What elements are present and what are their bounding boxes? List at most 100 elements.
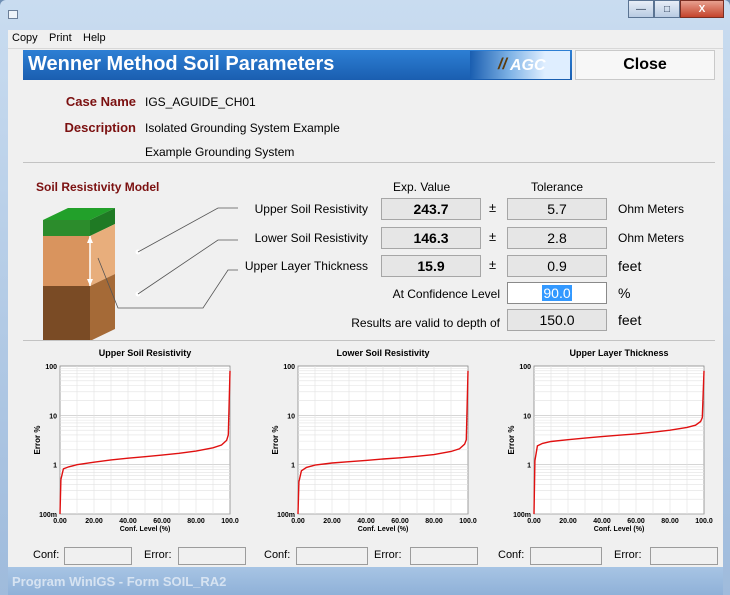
x-tick-label: 60.00 (391, 518, 409, 525)
upper-thickness-unit: feet (618, 258, 642, 274)
upper-thickness-value: 15.9 (381, 255, 481, 277)
x-tick-label: 40.00 (357, 518, 375, 525)
tolerance-header: Tolerance (531, 180, 584, 194)
plus-minus-3: ± (489, 257, 497, 272)
close-button[interactable]: Close (575, 50, 715, 80)
conf-field-2 (296, 547, 368, 565)
plus-minus-1: ± (489, 200, 497, 215)
agc-logo-mark: // (498, 56, 507, 73)
lower-soil-chart: Lower Soil Resistivity 100 10 1 100m 0.00 20.… (268, 348, 498, 538)
error-field-1 (178, 547, 246, 565)
x-tick-label: 100.0 (221, 518, 239, 525)
upper-soil-chart: Upper Soil Resistivity 100 10 1 100m 0.00 20.… (30, 348, 260, 538)
error-label-1: Error: (144, 549, 172, 561)
x-axis-label: Conf. Level (%) (120, 526, 171, 533)
confidence-input[interactable]: 90.0 (507, 282, 607, 304)
y-axis-label: Error % (507, 426, 516, 455)
thickness-chart: Upper Layer Thickness 100 10 1 100m 0.00 20.0… (504, 348, 723, 538)
lower-soil-chart-plot: 100101100m0.00 20.00 40.00 60.00 80.00 100.0C… (271, 364, 477, 533)
upper-soil-label: Upper Soil Resistivity (254, 202, 368, 216)
agc-logo: // AGC (470, 51, 570, 79)
lower-soil-value: 146.3 (381, 227, 481, 249)
title-bar[interactable]: — □ X (0, 0, 730, 30)
app-icon[interactable] (8, 10, 18, 19)
x-tick-label: 80.00 (661, 518, 679, 525)
upper-soil-value: 243.7 (381, 198, 481, 220)
application-window: — □ X Copy Print Help Wenner Method Soil… (0, 0, 730, 595)
x-tick-label: 0.00 (53, 518, 67, 525)
x-tick-label: 60.00 (627, 518, 645, 525)
x-tick-label: 60.00 (153, 518, 171, 525)
confidence-label: At Confidence Level (392, 287, 500, 301)
minimize-button[interactable]: — (628, 0, 654, 18)
upper-thickness-tolerance: 0.9 (507, 255, 607, 277)
depth-label: Results are valid to depth of (351, 316, 500, 330)
menu-bar: Copy Print Help (8, 30, 723, 49)
plus-minus-2: ± (489, 229, 497, 244)
error-label-2: Error: (374, 549, 402, 561)
page-title: Wenner Method Soil Parameters (28, 53, 335, 75)
depth-unit: feet (618, 312, 642, 328)
confidence-unit: % (618, 285, 631, 301)
case-name-value: IGS_AGUIDE_CH01 (145, 95, 256, 109)
thickness-chart-title: Upper Layer Thickness (569, 348, 669, 358)
menu-print[interactable]: Print (45, 30, 76, 44)
conf-label-3: Conf: (498, 549, 525, 561)
x-tick-label: 100.0 (459, 518, 477, 525)
y-tick-label: 100 (283, 364, 295, 371)
x-tick-label: 80.00 (425, 518, 443, 525)
y-tick-label: 100 (45, 364, 57, 371)
x-tick-label: 20.00 (559, 518, 577, 525)
soil-model-title: Soil Resistivity Model (36, 180, 160, 194)
lower-soil-label: Lower Soil Resistivity (254, 231, 368, 245)
y-axis-label: Error % (33, 426, 42, 455)
error-field-3 (650, 547, 718, 565)
divider-bottom (23, 340, 715, 341)
status-bar: Program WinIGS - Form SOIL_RA2 (8, 567, 723, 595)
thickness-chart-plot: 100101100m0.00 20.00 40.00 60.00 80.00 100.0C… (507, 364, 713, 533)
y-tick-label: 1 (527, 463, 531, 470)
x-tick-label: 80.00 (187, 518, 205, 525)
x-axis-label: Conf. Level (%) (594, 526, 645, 533)
upper-soil-chart-title: Upper Soil Resistivity (98, 348, 192, 358)
y-tick-label: 10 (287, 413, 295, 420)
menu-help[interactable]: Help (79, 30, 110, 44)
soil-layer-diagram (43, 207, 238, 341)
y-tick-label: 100 (519, 364, 531, 371)
y-tick-label: 10 (523, 413, 531, 420)
conf-label-1: Conf: (33, 549, 60, 561)
upper-soil-chart-plot: 100101100m0.00 20.00 40.00 60.00 80.00 100.0C… (33, 364, 239, 533)
lower-soil-unit: Ohm Meters (618, 231, 685, 245)
divider-top (23, 162, 715, 163)
conf-field-1 (64, 547, 132, 565)
x-tick-label: 0.00 (291, 518, 305, 525)
conf-field-3 (530, 547, 602, 565)
exp-value-header: Exp. Value (393, 180, 451, 194)
x-tick-label: 40.00 (119, 518, 137, 525)
x-tick-label: 20.00 (85, 518, 103, 525)
form-header: Wenner Method Soil Parameters // AGC (23, 50, 572, 80)
lower-soil-chart-title: Lower Soil Resistivity (336, 348, 430, 358)
status-text: Program WinIGS - Form SOIL_RA2 (12, 574, 227, 589)
depth-value: 150.0 (507, 309, 607, 331)
upper-thickness-label: Upper Layer Thickness (244, 259, 368, 273)
description-line-1: Isolated Grounding System Example (145, 121, 340, 135)
lower-soil-tolerance: 2.8 (507, 227, 607, 249)
upper-soil-unit: Ohm Meters (618, 202, 685, 216)
error-label-3: Error: (614, 549, 642, 561)
agc-logo-text: AGC (510, 57, 546, 74)
window-close-button[interactable]: X (680, 0, 724, 18)
confidence-value: 90.0 (542, 285, 572, 301)
x-tick-label: 0.00 (527, 518, 541, 525)
error-field-2 (410, 547, 478, 565)
y-tick-label: 1 (291, 463, 295, 470)
maximize-button[interactable]: □ (654, 0, 680, 18)
x-tick-label: 20.00 (323, 518, 341, 525)
conf-label-2: Conf: (264, 549, 291, 561)
x-axis-label: Conf. Level (%) (358, 526, 409, 533)
y-tick-label: 10 (49, 413, 57, 420)
y-tick-label: 1 (53, 463, 57, 470)
upper-soil-tolerance: 5.7 (507, 198, 607, 220)
menu-copy[interactable]: Copy (8, 30, 42, 44)
x-tick-label: 40.00 (593, 518, 611, 525)
